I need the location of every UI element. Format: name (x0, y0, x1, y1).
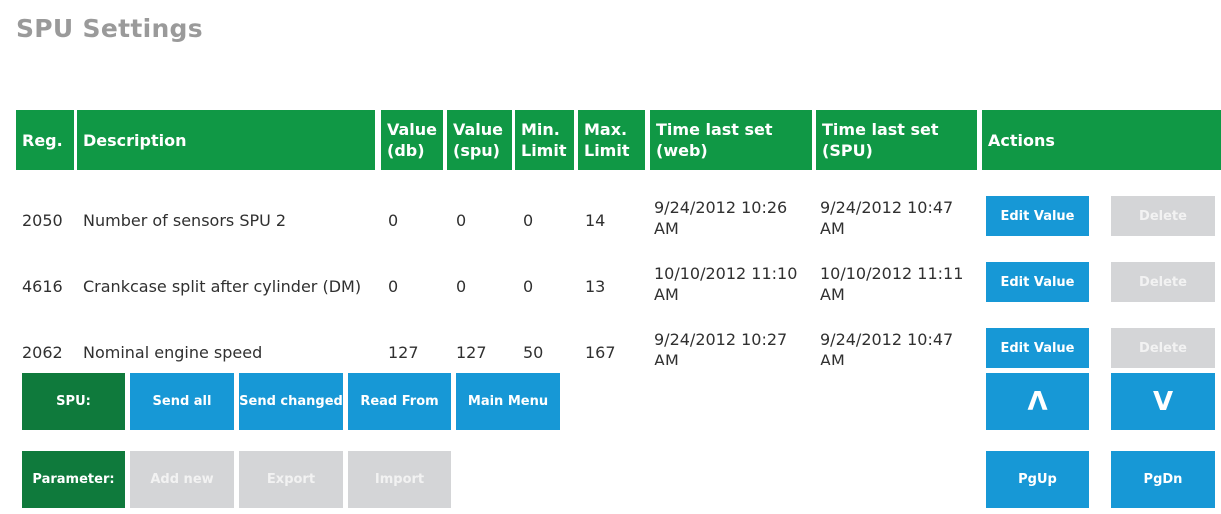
cell-time-spu-ampm: AM (820, 219, 845, 238)
header-max-limit-line1: Max. (584, 120, 628, 139)
read-from-button[interactable]: Read From (348, 373, 451, 430)
header-min-limit-line1: Min. (521, 120, 560, 139)
cell-time-web-date: 9/24/2012 10:27 (654, 330, 788, 349)
cell-reg: 4616 (22, 277, 63, 296)
header-description-label: Description (83, 130, 187, 150)
send-all-button[interactable]: Send all (130, 373, 234, 430)
cell-min-limit: 0 (523, 211, 534, 230)
scroll-up-button[interactable]: Λ (986, 373, 1089, 430)
add-new-button[interactable]: Add new (130, 451, 234, 508)
cell-description: Crankcase split after cylinder (DM) (83, 277, 362, 296)
header-time-spu-line1: Time last set (822, 120, 939, 139)
cell-reg: 2050 (22, 211, 63, 230)
cell-value-spu: 127 (456, 343, 487, 362)
cell-value-spu: 0 (456, 211, 467, 230)
spu-label: SPU: (22, 373, 125, 430)
header-value-spu-line1: Value (453, 120, 504, 139)
header-reg: Reg. (16, 110, 74, 170)
cell-time-spu-date: 9/24/2012 10:47 (820, 198, 954, 217)
cell-time-spu: 10/10/2012 11:11 AM (820, 263, 963, 305)
delete-button[interactable]: Delete (1111, 196, 1215, 236)
main-menu-button[interactable]: Main Menu (456, 373, 560, 430)
chevron-down-icon: V (1152, 386, 1174, 417)
cell-reg: 2062 (22, 343, 63, 362)
header-time-spu: Time last set (SPU) (816, 110, 977, 170)
cell-time-spu: 9/24/2012 10:47 AM (820, 329, 980, 365)
cell-time-web: 9/24/2012 10:27 AM (654, 329, 814, 365)
header-max-limit-line2: Limit (584, 141, 630, 160)
cell-min-limit: 0 (523, 277, 534, 296)
cell-time-web-ampm: AM (654, 285, 679, 304)
cell-time-web-ampm: AM (654, 219, 679, 238)
cell-time-spu-ampm: AM (820, 285, 845, 304)
cell-time-spu-date: 9/24/2012 10:47 (820, 330, 954, 349)
header-actions: Actions (982, 110, 1221, 170)
cell-time-spu-ampm: AM (820, 351, 845, 365)
chevron-up-icon: Λ (1027, 386, 1048, 417)
header-time-spu-line2: (SPU) (822, 141, 873, 160)
export-button[interactable]: Export (239, 451, 343, 508)
cell-time-web-date: 9/24/2012 10:26 (654, 198, 788, 217)
header-min-limit-line2: Limit (521, 141, 567, 160)
edit-value-button[interactable]: Edit Value (986, 196, 1089, 236)
header-time-web-line1: Time last set (656, 120, 773, 139)
cell-value-db: 0 (388, 211, 399, 230)
cell-max-limit: 14 (585, 211, 606, 230)
header-value-db: Value (db) (381, 110, 443, 170)
header-min-limit: Min. Limit (515, 110, 574, 170)
edit-value-button[interactable]: Edit Value (986, 328, 1089, 368)
cell-time-spu-date: 10/10/2012 11:11 (820, 264, 964, 283)
cell-min-limit: 50 (523, 343, 544, 362)
header-max-limit: Max. Limit (578, 110, 645, 170)
cell-max-limit: 167 (585, 343, 616, 362)
cell-time-web: 10/10/2012 11:10 AM (654, 263, 797, 305)
cell-value-db: 127 (388, 343, 419, 362)
edit-value-button[interactable]: Edit Value (986, 262, 1089, 302)
import-button[interactable]: Import (348, 451, 451, 508)
parameter-label: Parameter: (22, 451, 125, 508)
cell-time-web-ampm: AM (654, 351, 679, 365)
header-value-db-line2: (db) (387, 141, 425, 160)
cell-max-limit: 13 (585, 277, 606, 296)
header-value-spu: Value (spu) (447, 110, 512, 170)
header-reg-label: Reg. (22, 130, 63, 150)
cell-time-spu: 9/24/2012 10:47 AM (820, 197, 953, 239)
page-title: SPU Settings (16, 14, 203, 43)
header-value-spu-line2: (spu) (453, 141, 500, 160)
cell-description: Number of sensors SPU 2 (83, 211, 287, 230)
cell-time-web: 9/24/2012 10:26 AM (654, 197, 787, 239)
cell-description: Nominal engine speed (83, 343, 263, 362)
header-time-web: Time last set (web) (650, 110, 812, 170)
delete-button[interactable]: Delete (1111, 262, 1215, 302)
header-value-db-line1: Value (387, 120, 438, 139)
cell-value-spu: 0 (456, 277, 467, 296)
cell-time-web-date: 10/10/2012 11:10 (654, 264, 798, 283)
header-description: Description (77, 110, 375, 170)
header-actions-label: Actions (988, 130, 1055, 150)
scroll-down-button[interactable]: V (1111, 373, 1215, 430)
delete-button[interactable]: Delete (1111, 328, 1215, 368)
page-down-button[interactable]: PgDn (1111, 451, 1215, 508)
page-up-button[interactable]: PgUp (986, 451, 1089, 508)
header-time-web-line2: (web) (656, 141, 708, 160)
cell-value-db: 0 (388, 277, 399, 296)
send-changed-button[interactable]: Send changed (239, 373, 343, 430)
